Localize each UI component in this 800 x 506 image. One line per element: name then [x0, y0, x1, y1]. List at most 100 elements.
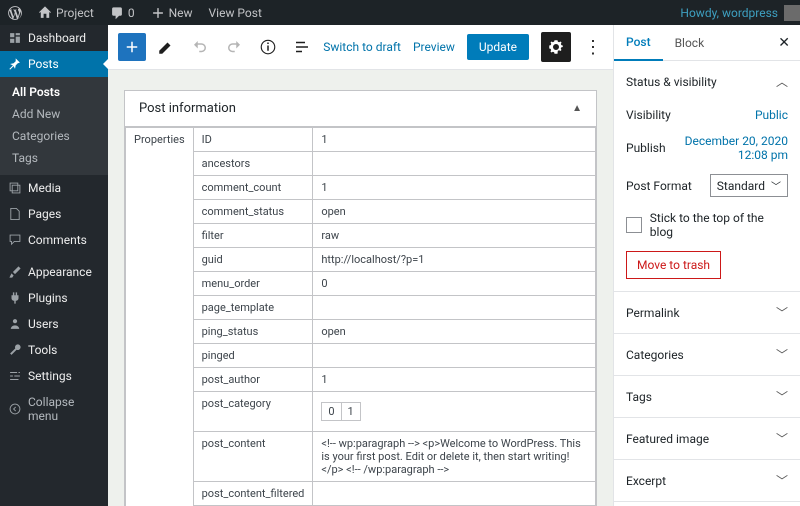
panel-categories: Categories ﹀ — [614, 334, 800, 376]
site-home[interactable]: Project — [30, 0, 102, 25]
category-value: 1 — [342, 403, 360, 420]
sticky-row[interactable]: Stick to the top of the blog — [626, 203, 788, 251]
settings-toggle[interactable] — [541, 32, 571, 62]
table-row: post_content<!-- wp:paragraph --> <p>Wel… — [126, 432, 596, 482]
sticky-checkbox[interactable] — [626, 217, 642, 233]
list-icon — [293, 38, 311, 56]
panel-head-categories[interactable]: Categories ﹀ — [614, 334, 800, 375]
block-body: PropertiesID1ancestorscomment_count1comm… — [125, 127, 596, 506]
table-row: guidhttp://localhost/?p=1 — [126, 248, 596, 272]
close-settings[interactable]: ✕ — [768, 35, 800, 51]
sidebar-item-comments[interactable]: Comments — [0, 227, 108, 253]
info-button[interactable] — [254, 33, 282, 61]
redo-button[interactable] — [220, 33, 248, 61]
panel-title: Excerpt — [626, 474, 666, 488]
property-value — [313, 152, 596, 176]
panel-head-featured[interactable]: Featured image ﹀ — [614, 418, 800, 459]
chevron-down-icon: ﹀ — [776, 388, 788, 405]
add-block-button[interactable] — [118, 33, 146, 61]
chevron-down-icon: ﹀ — [771, 178, 781, 193]
properties-label: Properties — [126, 128, 194, 506]
sidebar-label: Appearance — [28, 265, 92, 279]
sidebar-label: Tools — [28, 343, 57, 357]
edit-mode-button[interactable] — [152, 33, 180, 61]
sidebar-collapse[interactable]: Collapse menu — [0, 389, 108, 429]
sidebar-item-tools[interactable]: Tools — [0, 337, 108, 363]
sidebar-item-media[interactable]: Media — [0, 175, 108, 201]
panel-head-status[interactable]: Status & visibility ︿ — [614, 61, 800, 102]
panel-tags: Tags ﹀ — [614, 376, 800, 418]
format-select[interactable]: Standard ﹀ — [710, 174, 788, 197]
plus-icon — [123, 38, 141, 56]
move-to-trash[interactable]: Move to trash — [626, 251, 721, 279]
panel-title: Status & visibility — [626, 75, 717, 89]
wordpress-icon — [8, 6, 22, 20]
format-label: Post Format — [626, 179, 692, 193]
howdy[interactable]: Howdy, wordpress — [674, 6, 784, 20]
property-value: 1 — [313, 128, 596, 152]
wp-logo[interactable] — [0, 0, 30, 25]
format-row: Post Format Standard ﹀ — [626, 168, 788, 203]
comment-icon — [8, 233, 22, 247]
editor-canvas[interactable]: Post information ▲ PropertiesID1ancestor… — [108, 70, 613, 506]
new-content[interactable]: New — [143, 0, 201, 25]
avatar[interactable] — [784, 5, 800, 21]
undo-button[interactable] — [186, 33, 214, 61]
new-label: New — [169, 6, 193, 20]
panel-head-excerpt[interactable]: Excerpt ﹀ — [614, 460, 800, 501]
table-row: filterraw — [126, 224, 596, 248]
sidebar-label: Settings — [28, 369, 72, 383]
view-post[interactable]: View Post — [201, 0, 270, 25]
update-button[interactable]: Update — [467, 34, 529, 60]
publish-value[interactable]: December 20, 2020 12:08 pm — [678, 134, 788, 162]
more-menu[interactable]: ⋮ — [583, 37, 603, 58]
property-value: <!-- wp:paragraph --> <p>Welcome to Word… — [313, 432, 596, 482]
visibility-value[interactable]: Public — [755, 108, 788, 122]
property-key: ping_status — [193, 320, 313, 344]
admin-sidebar: Dashboard Posts All Posts Add New Catego… — [0, 25, 108, 506]
visibility-row: Visibility Public — [626, 102, 788, 128]
submenu-all-posts[interactable]: All Posts — [0, 81, 108, 103]
sidebar-item-pages[interactable]: Pages — [0, 201, 108, 227]
outline-button[interactable] — [288, 33, 316, 61]
sidebar-item-settings[interactable]: Settings — [0, 363, 108, 389]
sidebar-item-dashboard[interactable]: Dashboard — [0, 25, 108, 51]
comments-bubble[interactable]: 0 — [102, 0, 143, 25]
panel-head-discussion[interactable]: Discussion ﹀ — [614, 502, 800, 506]
submenu-tags[interactable]: Tags — [0, 147, 108, 169]
redo-icon — [225, 38, 243, 56]
user-icon — [8, 317, 22, 331]
gear-icon — [547, 38, 565, 56]
brush-icon — [8, 265, 22, 279]
post-info-block[interactable]: Post information ▲ PropertiesID1ancestor… — [124, 90, 597, 506]
panel-head-tags[interactable]: Tags ﹀ — [614, 376, 800, 417]
settings-tabs: Post Block ✕ — [614, 25, 800, 61]
property-key: post_content — [193, 432, 313, 482]
tab-block[interactable]: Block — [663, 26, 717, 60]
panel-head-permalink[interactable]: Permalink ﹀ — [614, 292, 800, 333]
sidebar-label: Posts — [28, 57, 59, 71]
wrench-icon — [8, 343, 22, 357]
property-value: raw — [313, 224, 596, 248]
block-header[interactable]: Post information ▲ — [125, 91, 596, 127]
sidebar-item-users[interactable]: Users — [0, 311, 108, 337]
table-row: comment_count1 — [126, 176, 596, 200]
table-row: pinged — [126, 344, 596, 368]
topbar-right: Switch to draft Preview Update ⋮ — [323, 32, 603, 62]
table-row: post_category01 — [126, 392, 596, 432]
property-key: comment_count — [193, 176, 313, 200]
sidebar-item-appearance[interactable]: Appearance — [0, 259, 108, 285]
pencil-icon — [157, 38, 175, 56]
property-value: 01 — [313, 392, 596, 432]
preview-button[interactable]: Preview — [413, 40, 455, 54]
property-value — [313, 296, 596, 320]
sidebar-label: Plugins — [28, 291, 68, 305]
submenu-categories[interactable]: Categories — [0, 125, 108, 147]
switch-to-draft[interactable]: Switch to draft — [323, 40, 401, 54]
sidebar-item-posts[interactable]: Posts — [0, 51, 108, 77]
sidebar-item-plugins[interactable]: Plugins — [0, 285, 108, 311]
submenu-add-new[interactable]: Add New — [0, 103, 108, 125]
admin-bar-right: Howdy, wordpress — [674, 0, 800, 25]
editor-topbar: Switch to draft Preview Update ⋮ — [108, 25, 613, 70]
tab-post[interactable]: Post — [614, 25, 663, 61]
